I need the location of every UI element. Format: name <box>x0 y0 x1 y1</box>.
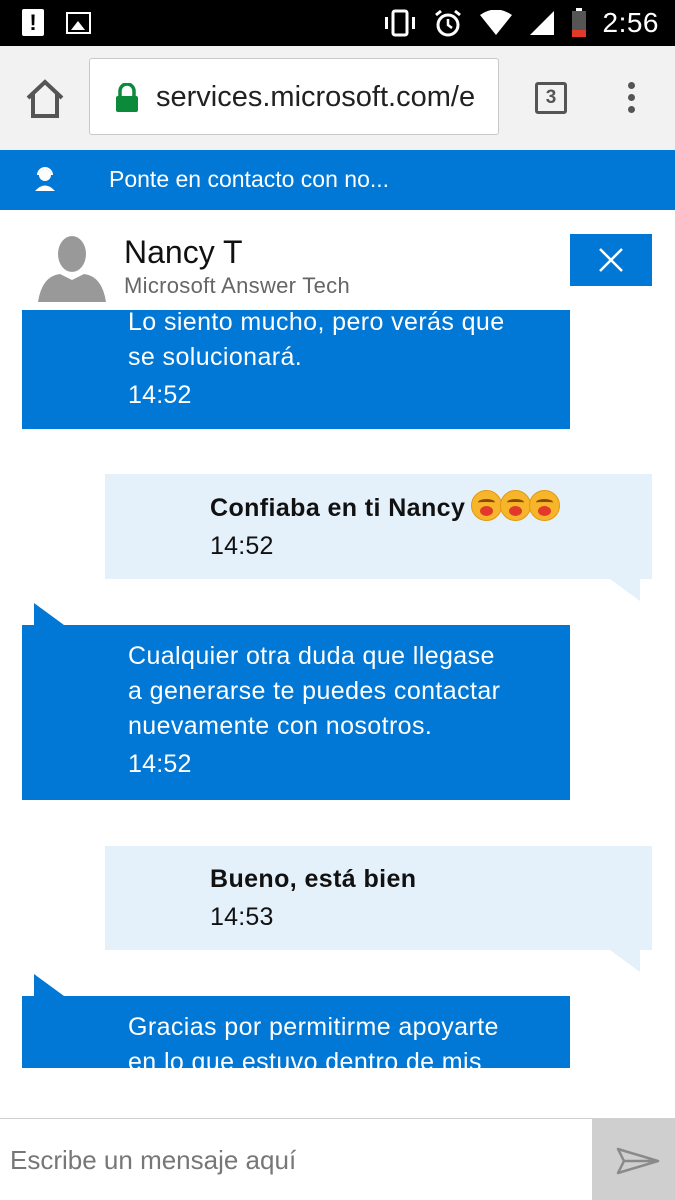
message-line: Cualquier otra duda que llegase <box>128 642 495 670</box>
battery-icon <box>571 8 586 37</box>
lock-icon <box>116 83 138 112</box>
contact-header: Ponte en contacto con no... <box>0 150 675 210</box>
send-icon <box>616 1147 660 1175</box>
vibrate-icon <box>384 9 415 37</box>
url-text: services.microsoft.com/e <box>156 81 476 113</box>
message-time: 14:52 <box>210 532 274 560</box>
message-time: 14:52 <box>128 750 192 778</box>
message-line: en lo que estuvo dentro de mis <box>128 1048 482 1068</box>
chat-transcript[interactable]: Lo siento mucho, pero verás que se soluc… <box>0 310 675 1068</box>
agent-message: Cualquier otra duda que llegase a genera… <box>22 603 570 800</box>
agent-message: Lo siento mucho, pero verás que se soluc… <box>22 310 570 429</box>
status-bar: ! 2:56 <box>0 0 675 46</box>
tired-face-emoji-icon <box>528 490 560 521</box>
agent-name: Nancy T <box>124 234 243 270</box>
overflow-menu-icon[interactable] <box>626 82 636 116</box>
browser-toolbar: services.microsoft.com/e 3 <box>0 46 675 150</box>
close-button[interactable] <box>570 234 652 286</box>
agent-role: Microsoft Answer Tech <box>124 273 350 298</box>
image-icon <box>66 12 91 34</box>
signal-icon <box>529 11 554 35</box>
message-time: 14:53 <box>210 903 274 931</box>
url-bar[interactable]: services.microsoft.com/e <box>89 58 499 135</box>
send-button[interactable] <box>592 1119 675 1200</box>
user-message: Confiaba en ti Nancy 14:52 <box>105 474 652 601</box>
home-icon[interactable] <box>22 76 68 122</box>
close-icon <box>599 248 623 272</box>
tired-face-emoji-icon <box>499 490 531 521</box>
message-line: Bueno, está bien <box>210 865 417 893</box>
message-line: Confiaba en ti Nancy <box>210 494 466 522</box>
message-line: se solucionará. <box>128 343 303 371</box>
support-agent-icon <box>35 167 55 191</box>
wifi-icon <box>479 10 512 35</box>
message-composer <box>0 1118 675 1200</box>
message-line: a generarse te puedes contactar <box>128 677 501 705</box>
alarm-icon <box>434 9 461 37</box>
user-message: Bueno, está bien 14:53 <box>105 846 652 972</box>
message-line: nuevamente con nosotros. <box>128 712 433 740</box>
message-time: 14:52 <box>128 381 192 409</box>
message-input[interactable] <box>0 1119 592 1200</box>
agent-message: Gracias por permitirme apoyarte en lo qu… <box>22 974 570 1068</box>
alert-icon: ! <box>22 9 44 36</box>
page-title: Ponte en contacto con no... <box>109 166 390 192</box>
tired-face-emoji-icon <box>470 490 502 521</box>
tab-switcher-button[interactable]: 3 <box>535 82 567 114</box>
message-line: Gracias por permitirme apoyarte <box>128 1013 499 1041</box>
message-line: Lo siento mucho, pero verás que <box>128 310 505 336</box>
agent-header: Nancy T Microsoft Answer Tech <box>0 210 675 310</box>
avatar <box>38 236 106 302</box>
status-time: 2:56 <box>602 7 659 38</box>
